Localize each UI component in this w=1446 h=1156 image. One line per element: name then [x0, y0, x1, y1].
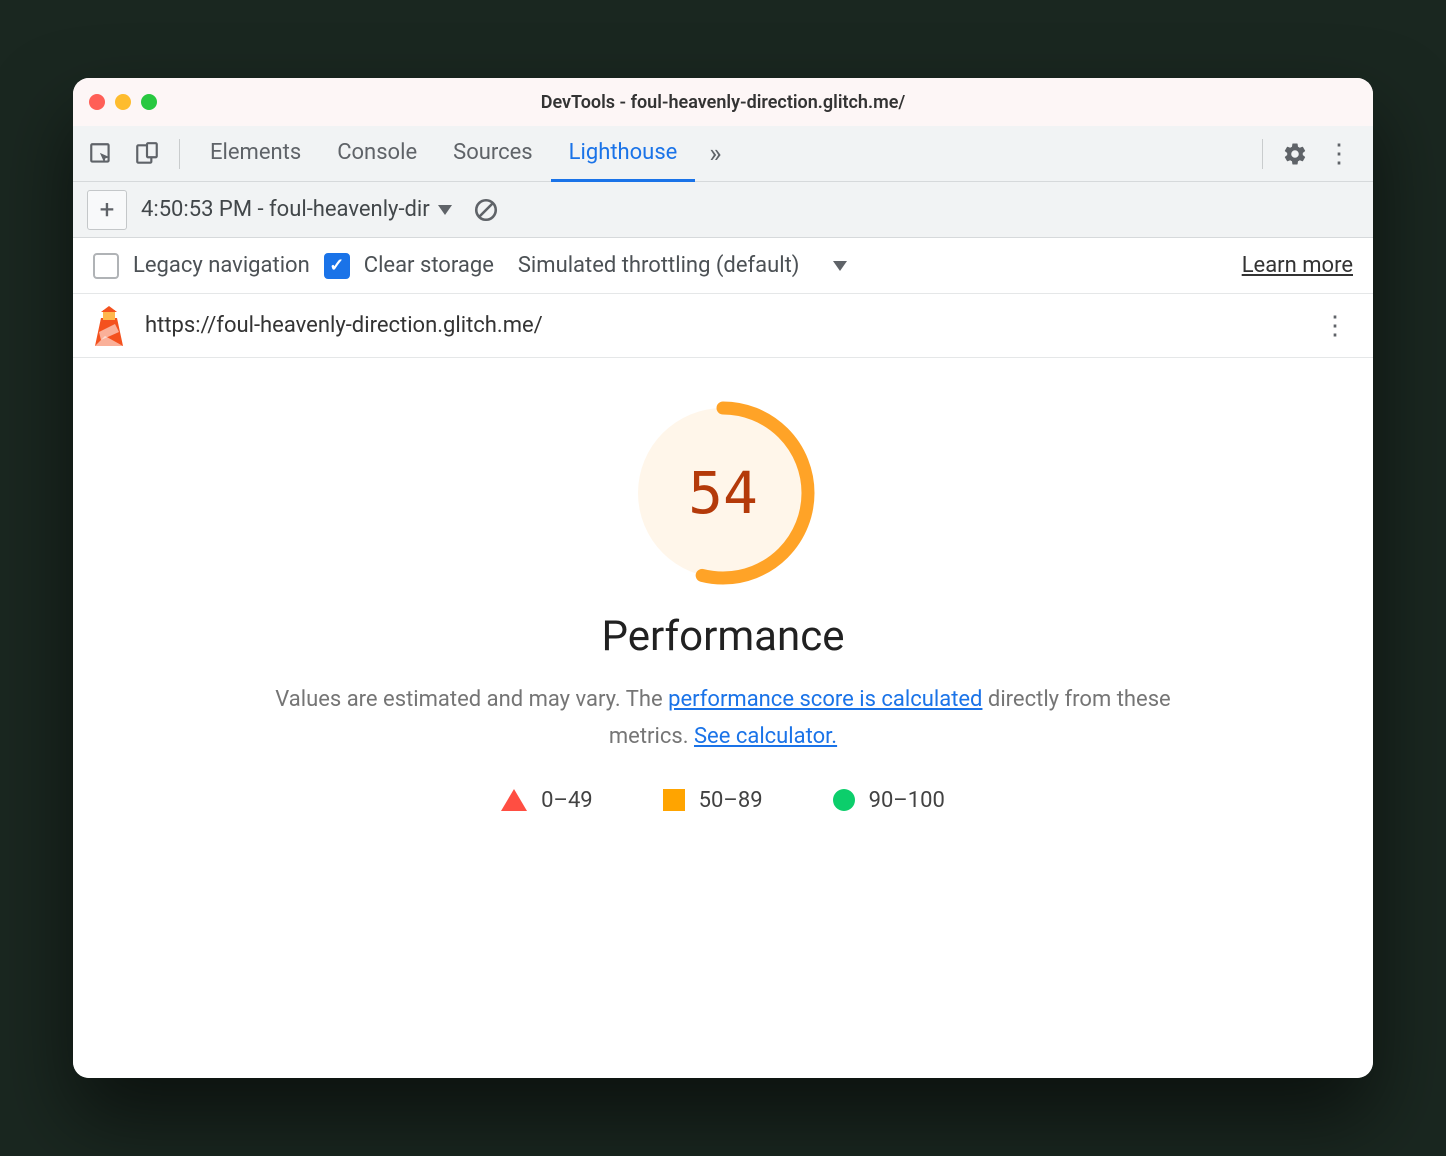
- clear-storage-label: Clear storage: [364, 253, 494, 278]
- report-dropdown-label: 4:50:53 PM - foul-heavenly-dir: [141, 197, 430, 222]
- legacy-navigation-checkbox[interactable]: [93, 253, 119, 279]
- more-tabs-icon[interactable]: »: [695, 134, 735, 174]
- tab-elements[interactable]: Elements: [192, 126, 319, 182]
- report-content: 54 Performance Values are estimated and …: [73, 358, 1373, 1078]
- section-title: Performance: [602, 612, 845, 661]
- separator: [179, 139, 180, 169]
- legacy-navigation-label: Legacy navigation: [133, 253, 310, 278]
- lighthouse-icon: [91, 306, 127, 346]
- legend-pass: 90–100: [833, 788, 945, 813]
- performance-gauge: 54: [628, 398, 818, 588]
- titlebar: DevTools - foul-heavenly-direction.glitc…: [73, 78, 1373, 126]
- legend-fail: 0–49: [501, 788, 593, 813]
- learn-more-link[interactable]: Learn more: [1242, 253, 1353, 278]
- kebab-menu-icon[interactable]: ⋮: [1319, 134, 1359, 174]
- close-window-icon[interactable]: [89, 94, 105, 110]
- tabs: Elements Console Sources Lighthouse »: [192, 126, 1250, 182]
- report-dropdown[interactable]: 4:50:53 PM - foul-heavenly-dir: [141, 197, 452, 222]
- report-url-bar: https://foul-heavenly-direction.glitch.m…: [73, 294, 1373, 358]
- zoom-window-icon[interactable]: [141, 94, 157, 110]
- performance-score: 54: [628, 398, 818, 588]
- throttling-label: Simulated throttling (default): [518, 253, 800, 278]
- new-report-button[interactable]: +: [87, 190, 127, 230]
- tabbar-right: ⋮: [1275, 134, 1359, 174]
- triangle-red-icon: [501, 789, 527, 811]
- square-orange-icon: [663, 789, 685, 811]
- devtools-window: DevTools - foul-heavenly-direction.glitc…: [73, 78, 1373, 1078]
- devtools-tabbar: Elements Console Sources Lighthouse » ⋮: [73, 126, 1373, 182]
- settings-icon[interactable]: [1275, 134, 1315, 174]
- circle-green-icon: [833, 789, 855, 811]
- tab-sources[interactable]: Sources: [435, 126, 551, 182]
- score-legend: 0–49 50–89 90–100: [501, 788, 945, 813]
- legend-average: 50–89: [663, 788, 763, 813]
- traffic-lights: [89, 94, 157, 110]
- chevron-down-icon: [438, 205, 452, 215]
- lighthouse-toolbar: + 4:50:53 PM - foul-heavenly-dir: [73, 182, 1373, 238]
- inspect-icon[interactable]: [81, 134, 121, 174]
- report-url: https://foul-heavenly-direction.glitch.m…: [145, 313, 543, 338]
- performance-description: Values are estimated and may vary. The p…: [233, 681, 1213, 756]
- report-menu-icon[interactable]: ⋮: [1315, 306, 1355, 346]
- minimize-window-icon[interactable]: [115, 94, 131, 110]
- window-title: DevTools - foul-heavenly-direction.glitc…: [73, 92, 1373, 113]
- lighthouse-options: Legacy navigation Clear storage Simulate…: [73, 238, 1373, 294]
- see-calculator-link[interactable]: See calculator.: [694, 724, 837, 749]
- clear-icon[interactable]: [466, 190, 506, 230]
- tab-lighthouse[interactable]: Lighthouse: [551, 126, 696, 182]
- clear-storage-checkbox[interactable]: [324, 253, 350, 279]
- separator: [1262, 139, 1263, 169]
- chevron-down-icon[interactable]: [833, 261, 847, 271]
- device-toggle-icon[interactable]: [127, 134, 167, 174]
- tab-console[interactable]: Console: [319, 126, 435, 182]
- score-calc-link[interactable]: performance score is calculated: [668, 687, 982, 712]
